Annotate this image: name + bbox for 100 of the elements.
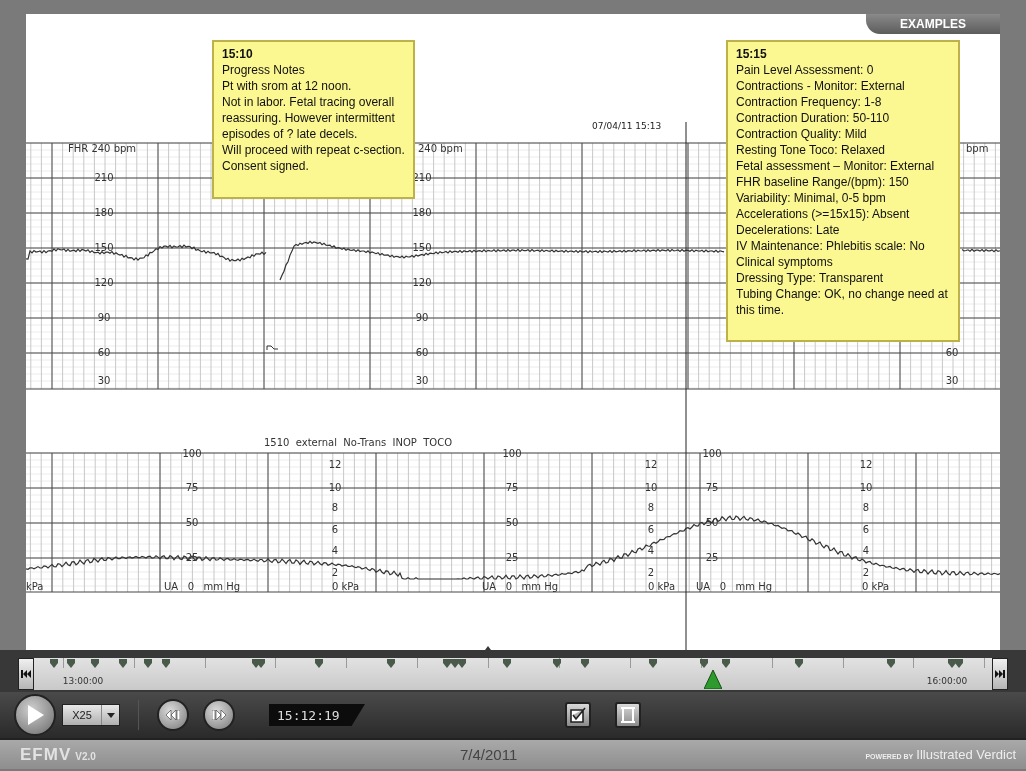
- axis-label: 8: [647, 502, 655, 513]
- skip-end-button[interactable]: [992, 658, 1008, 690]
- rewind-icon: [166, 710, 180, 720]
- note-text: IV Maintenance: Phlebitis scale: No Clinical symptoms: [736, 238, 926, 270]
- axis-label: 60: [97, 347, 111, 358]
- playhead[interactable]: [704, 670, 723, 689]
- product-name: EFMV: [20, 744, 72, 765]
- axis-label: 90: [415, 312, 429, 323]
- note-text: Contraction Frequency: 1-8: [736, 94, 883, 110]
- note-text: Pain Level Assessment: 0: [736, 62, 875, 78]
- axis-label: 6: [331, 524, 339, 535]
- skip-back-icon: [21, 669, 31, 679]
- event-marker[interactable]: [580, 659, 589, 668]
- bracket-icon: [620, 707, 636, 723]
- axis-label: 90: [97, 312, 111, 323]
- checkbox-icon: [570, 707, 586, 723]
- axis-label: 12: [328, 459, 342, 470]
- event-marker[interactable]: [699, 659, 708, 668]
- axis-label: 50: [505, 517, 519, 528]
- note-text: Decelerations: Late: [736, 222, 841, 238]
- event-marker[interactable]: [947, 659, 956, 668]
- event-marker[interactable]: [450, 659, 459, 668]
- timeline-track[interactable]: 13:00:00 16:00:00: [34, 658, 992, 690]
- axis-label: 12: [859, 459, 873, 470]
- axis-label: 100: [182, 448, 202, 459]
- axis-label: 0 kPa: [648, 581, 676, 592]
- examples-tab[interactable]: EXAMPLES: [866, 14, 1000, 34]
- note-text: Contraction Duration: 50-110: [736, 110, 891, 126]
- axis-label: 120: [94, 277, 114, 288]
- axis-label: 50: [185, 517, 199, 528]
- axis-label: 4: [862, 545, 870, 556]
- time-label: 16:00:00: [926, 676, 968, 686]
- event-marker[interactable]: [955, 659, 964, 668]
- axis-label: 100: [702, 448, 722, 459]
- axis-label: 8: [331, 502, 339, 513]
- event-marker[interactable]: [50, 659, 59, 668]
- event-marker[interactable]: [67, 659, 76, 668]
- axis-label: 25: [505, 552, 519, 563]
- note-text: Will proceed with repeat c-section.: [222, 142, 406, 158]
- axis-label: UA 0 mm Hg: [164, 581, 241, 592]
- event-marker[interactable]: [887, 659, 896, 668]
- range-button[interactable]: [615, 702, 641, 728]
- axis-label: 75: [705, 482, 719, 493]
- axis-label: 0 kPa: [862, 581, 890, 592]
- axis-label: 30: [415, 375, 429, 386]
- axis-label: 2: [647, 567, 655, 578]
- timestamp: 07/04/11 15:13: [592, 121, 662, 131]
- play-icon: [26, 705, 44, 725]
- axis-title: 240 bpm: [418, 143, 463, 154]
- axis-label: 30: [97, 375, 111, 386]
- speed-dropdown[interactable]: X25: [62, 704, 120, 726]
- note-text: Progress Notes: [222, 62, 306, 78]
- event-marker[interactable]: [387, 659, 396, 668]
- axis-label: 30: [945, 375, 959, 386]
- event-marker[interactable]: [553, 659, 562, 668]
- axis-label: 100: [502, 448, 522, 459]
- skip-start-button[interactable]: [18, 658, 34, 690]
- fast-forward-button[interactable]: [203, 699, 235, 731]
- event-marker[interactable]: [144, 659, 152, 668]
- axis-label: 4: [647, 545, 655, 556]
- axis-label: 10: [859, 482, 873, 493]
- axis-label: kPa: [26, 581, 44, 592]
- note-text: Pt with srom at 12 noon.: [222, 78, 353, 94]
- axis-label: 60: [945, 347, 959, 358]
- note-time: 15:15: [736, 46, 768, 62]
- axis-label: 120: [412, 277, 432, 288]
- version-label: V2.0: [75, 750, 96, 762]
- axis-label: 6: [647, 524, 655, 535]
- note-text: Contractions - Monitor: External: [736, 78, 906, 94]
- note-text: Consent signed.: [222, 158, 310, 174]
- event-marker[interactable]: [442, 659, 451, 668]
- channel-label: 1510 external No-Trans INOP TOCO: [264, 437, 453, 448]
- event-marker[interactable]: [162, 659, 171, 668]
- event-marker[interactable]: [314, 659, 323, 668]
- date-label: 7/4/2011: [460, 746, 519, 763]
- note-text: Dressing Type: Transparent: [736, 270, 885, 286]
- event-marker[interactable]: [648, 659, 657, 668]
- play-button[interactable]: [14, 694, 56, 736]
- event-marker[interactable]: [257, 659, 266, 668]
- event-marker[interactable]: [721, 659, 730, 668]
- note-text: FHR baseline Range/(bpm): 150: [736, 174, 910, 190]
- event-marker[interactable]: [458, 659, 467, 668]
- axis-label: 25: [705, 552, 719, 563]
- axis-label: 10: [328, 482, 342, 493]
- event-marker[interactable]: [503, 659, 512, 668]
- axis-title: bpm: [966, 143, 989, 154]
- axis-label: UA 0 mm Hg: [696, 581, 773, 592]
- note-text: Accelerations (>=15x15): Absent: [736, 206, 911, 222]
- rewind-button[interactable]: [157, 699, 189, 731]
- axis-label: 150: [94, 242, 114, 253]
- event-marker[interactable]: [795, 659, 804, 668]
- caret-icon: [106, 712, 115, 718]
- axis-label: 8: [862, 502, 870, 513]
- note-time: 15:10: [222, 46, 254, 62]
- axis-label: 2: [331, 567, 339, 578]
- event-marker[interactable]: [91, 659, 100, 668]
- event-marker[interactable]: [119, 659, 128, 668]
- notes-button[interactable]: [565, 702, 591, 728]
- heart-rate-trace: [961, 248, 1000, 253]
- axis-label: 2: [862, 567, 870, 578]
